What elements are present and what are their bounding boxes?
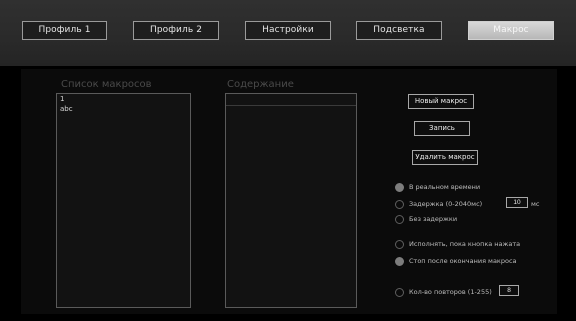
tab-lighting[interactable]: Подсветка bbox=[356, 21, 442, 40]
delete-macro-button[interactable]: Удалить макрос bbox=[412, 150, 478, 165]
radio-stop-after[interactable] bbox=[395, 257, 404, 266]
radio-repeat-count[interactable] bbox=[395, 288, 404, 297]
macro-settings-window: Профиль 1 Профиль 2 Настройки Подсветка … bbox=[0, 0, 576, 321]
list-item[interactable]: abc bbox=[60, 105, 73, 114]
no-delay-label: Без задержки bbox=[409, 215, 458, 223]
delay-input[interactable] bbox=[506, 197, 528, 208]
radio-while-held[interactable] bbox=[395, 240, 404, 249]
tab-macro[interactable]: Макрос bbox=[468, 21, 554, 40]
macro-list-label: Список макросов bbox=[61, 79, 152, 90]
radio-realtime[interactable] bbox=[395, 183, 404, 192]
delay-unit-label: мс bbox=[531, 200, 540, 208]
record-button[interactable]: Запись bbox=[414, 121, 470, 136]
content-header-divider bbox=[226, 105, 356, 106]
repeat-count-input[interactable] bbox=[499, 285, 519, 296]
delay-label: Задержка (0-2040мс) bbox=[409, 200, 483, 208]
repeat-count-label: Кол-во повторов (1-255) bbox=[409, 288, 492, 296]
content-box[interactable] bbox=[225, 93, 357, 308]
while-held-label: Исполнять, пока кнопка нажата bbox=[409, 240, 521, 248]
realtime-label: В реальном времени bbox=[409, 183, 481, 191]
content-label: Содержание bbox=[227, 79, 294, 90]
radio-no-delay[interactable] bbox=[395, 215, 404, 224]
tab-settings[interactable]: Настройки bbox=[245, 21, 331, 40]
stop-after-label: Стоп после окончания макроса bbox=[409, 257, 517, 265]
macro-list[interactable]: 1 abc bbox=[56, 93, 191, 308]
list-item[interactable]: 1 bbox=[60, 95, 64, 104]
macro-panel: Список макросов 1 abc Содержание Новый м… bbox=[21, 69, 557, 314]
tab-profile-2[interactable]: Профиль 2 bbox=[133, 21, 219, 40]
tab-bar: Профиль 1 Профиль 2 Настройки Подсветка … bbox=[0, 0, 576, 66]
tab-profile-1[interactable]: Профиль 1 bbox=[22, 21, 107, 40]
new-macro-button[interactable]: Новый макрос bbox=[408, 94, 474, 109]
radio-delay[interactable] bbox=[395, 200, 404, 209]
